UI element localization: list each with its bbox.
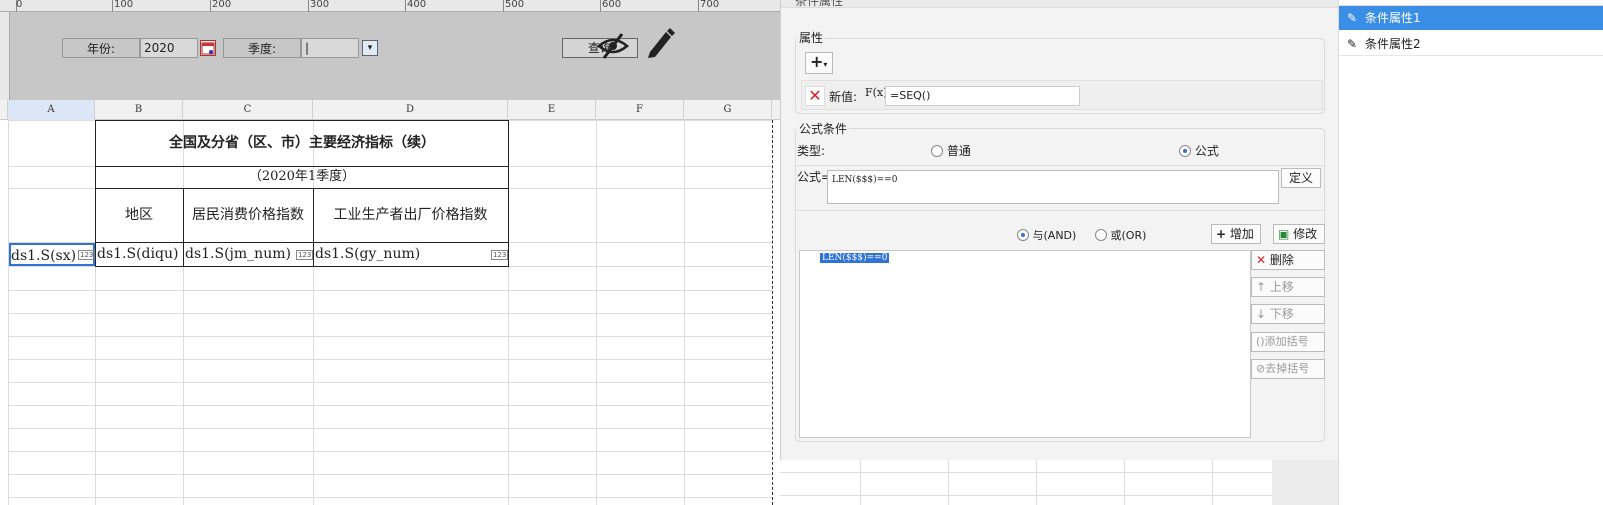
formula-condition-label: 公式条件	[797, 120, 850, 137]
remove-bracket-icon: ⊘	[1256, 362, 1266, 375]
condition-attribute-dialog: 条件属性 属性 +▾ ✕ 新值: F(x) =SEQ() 公式条件 类型: 普通…	[780, 0, 1339, 460]
ruler-label: 100	[114, 0, 134, 10]
ruler-label: 500	[505, 0, 525, 10]
column-header-c[interactable]: C	[183, 100, 313, 120]
type-normal-radio[interactable]: 普通	[931, 142, 971, 159]
list-item[interactable]: ✎ 条件属性2	[1339, 32, 1603, 56]
or-radio[interactable]: 或(OR)	[1095, 227, 1146, 243]
ruler-label: 400	[407, 0, 427, 10]
ruler-label: 700	[700, 0, 720, 10]
column-header-a[interactable]: A	[8, 100, 95, 120]
report-subtitle[interactable]: （2020年1季度）	[95, 166, 509, 188]
grid-continuation	[780, 460, 1338, 505]
plus-icon: +	[1216, 227, 1227, 241]
report-title[interactable]: 全国及分省（区、市）主要经济指标（续）	[95, 120, 509, 166]
delete-icon: ✕	[1256, 253, 1267, 267]
bracket-icon: ()	[1256, 335, 1265, 348]
field-sx: ds1.S(sx)	[11, 248, 77, 264]
modify-label: 修改	[1293, 227, 1318, 241]
pencil-icon: ✎	[1346, 11, 1358, 25]
remove-icon[interactable]: ✕	[805, 86, 825, 106]
move-up-button[interactable]: ↑ 上移	[1251, 277, 1325, 297]
down-label: 下移	[1269, 307, 1294, 321]
hide-icon[interactable]	[596, 30, 630, 62]
list-item-label: 条件属性1	[1365, 11, 1421, 25]
ruler-label: 0	[16, 0, 23, 10]
column-header-g[interactable]: G	[684, 100, 772, 120]
add-label: 增加	[1229, 227, 1254, 241]
delete-condition-button[interactable]: ✕ 删除	[1251, 250, 1325, 270]
pencil-icon[interactable]	[644, 26, 676, 60]
type-label: 类型:	[797, 144, 826, 158]
modify-condition-button[interactable]: ▣ 修改	[1273, 224, 1325, 244]
add-bracket-label: 添加括号	[1264, 335, 1309, 348]
column-header-b[interactable]: B	[95, 100, 183, 120]
remove-bracket-label: 去掉括号	[1265, 362, 1310, 375]
condition-list[interactable]: LEN($$$)==0	[799, 250, 1251, 438]
cell-field-gy[interactable]: ds1.S(gy_num)	[315, 243, 485, 266]
column-header-row: A B C D E F G	[0, 100, 780, 120]
type-normal-label: 普通	[946, 144, 971, 158]
condition-item[interactable]: LEN($$$)==0	[820, 253, 890, 263]
new-value-input[interactable]: =SEQ()	[885, 86, 1080, 106]
or-label: 或(OR)	[1110, 229, 1147, 242]
list-item[interactable]: ✎ 条件属性1	[1339, 6, 1603, 30]
and-label: 与(AND)	[1032, 229, 1077, 242]
header-ppi[interactable]: 工业生产者出厂价格指数	[313, 188, 508, 242]
vertical-ruler	[0, 12, 10, 100]
arrow-down-icon: ↓	[1256, 307, 1267, 321]
attribute-section-label: 属性	[797, 29, 826, 46]
up-label: 上移	[1269, 280, 1294, 294]
radio-selected-icon	[1017, 229, 1029, 241]
ruler-label: 600	[602, 0, 622, 10]
list-item-label: 条件属性2	[1365, 37, 1421, 51]
column-header-e[interactable]: E	[508, 100, 596, 120]
number-badge-icon: 123	[296, 250, 314, 260]
type-formula-label: 公式	[1194, 144, 1219, 158]
formula-label: 公式=	[797, 170, 832, 184]
add-condition-button[interactable]: + 增加	[1211, 224, 1261, 244]
and-radio[interactable]: 与(AND)	[1017, 227, 1076, 243]
field-jm: ds1.S(jm_num)	[185, 246, 291, 262]
modify-icon: ▣	[1278, 227, 1290, 241]
cell-field-diqu[interactable]: ds1.S(diqu)	[97, 243, 183, 266]
quarter-label: 季度:	[223, 38, 301, 58]
header-cpi[interactable]: 居民消费价格指数	[183, 188, 313, 242]
radio-selected-icon	[1179, 145, 1191, 157]
add-bracket-button[interactable]: ()添加括号	[1251, 332, 1325, 352]
dialog-title: 条件属性	[795, 0, 844, 8]
parameter-panel: 年份: 2020 季度: | ▾ 查询	[10, 12, 800, 100]
field-gy: ds1.S(gy_num)	[315, 246, 421, 262]
quarter-input[interactable]: |	[301, 38, 359, 58]
condition-attribute-list: ✎ 条件属性1 ✎ 条件属性2	[1338, 0, 1603, 505]
formula-input[interactable]: LEN($$$)==0	[827, 170, 1279, 204]
arrow-up-icon: ↑	[1256, 280, 1267, 294]
dropdown-icon[interactable]: ▾	[362, 40, 378, 56]
ruler-label: 300	[310, 0, 330, 10]
column-header-d[interactable]: D	[313, 100, 508, 120]
number-badge-icon: 123	[491, 250, 509, 260]
delete-label: 删除	[1269, 253, 1294, 267]
radio-icon	[931, 145, 943, 157]
header-region[interactable]: 地区	[95, 188, 183, 242]
cell-field-jm[interactable]: ds1.S(jm_num)	[185, 243, 295, 266]
number-badge-icon: 123	[78, 250, 96, 260]
move-down-button[interactable]: ↓ 下移	[1251, 304, 1325, 324]
remove-bracket-button[interactable]: ⊘去掉括号	[1251, 359, 1325, 379]
pencil-icon: ✎	[1346, 37, 1358, 51]
year-input[interactable]: 2020	[140, 38, 198, 58]
column-header-f[interactable]: F	[596, 100, 684, 120]
add-attribute-button[interactable]: +▾	[805, 52, 833, 74]
type-formula-radio[interactable]: 公式	[1179, 142, 1219, 159]
define-button[interactable]: 定义	[1281, 168, 1321, 188]
year-label: 年份:	[62, 38, 140, 58]
ruler-label: 200	[212, 0, 232, 10]
horizontal-ruler: 0 100 200 300 400 500 600 700	[0, 0, 800, 12]
add-symbol: +	[810, 52, 824, 71]
calendar-icon[interactable]	[200, 40, 216, 56]
spreadsheet-grid[interactable]: 全国及分省（区、市）主要经济指标（续） （2020年1季度） 地区 居民消费价格…	[0, 120, 780, 505]
radio-icon	[1095, 229, 1107, 241]
field-diqu: ds1.S(diqu)	[97, 246, 179, 262]
new-value-label: 新值:	[829, 90, 858, 104]
